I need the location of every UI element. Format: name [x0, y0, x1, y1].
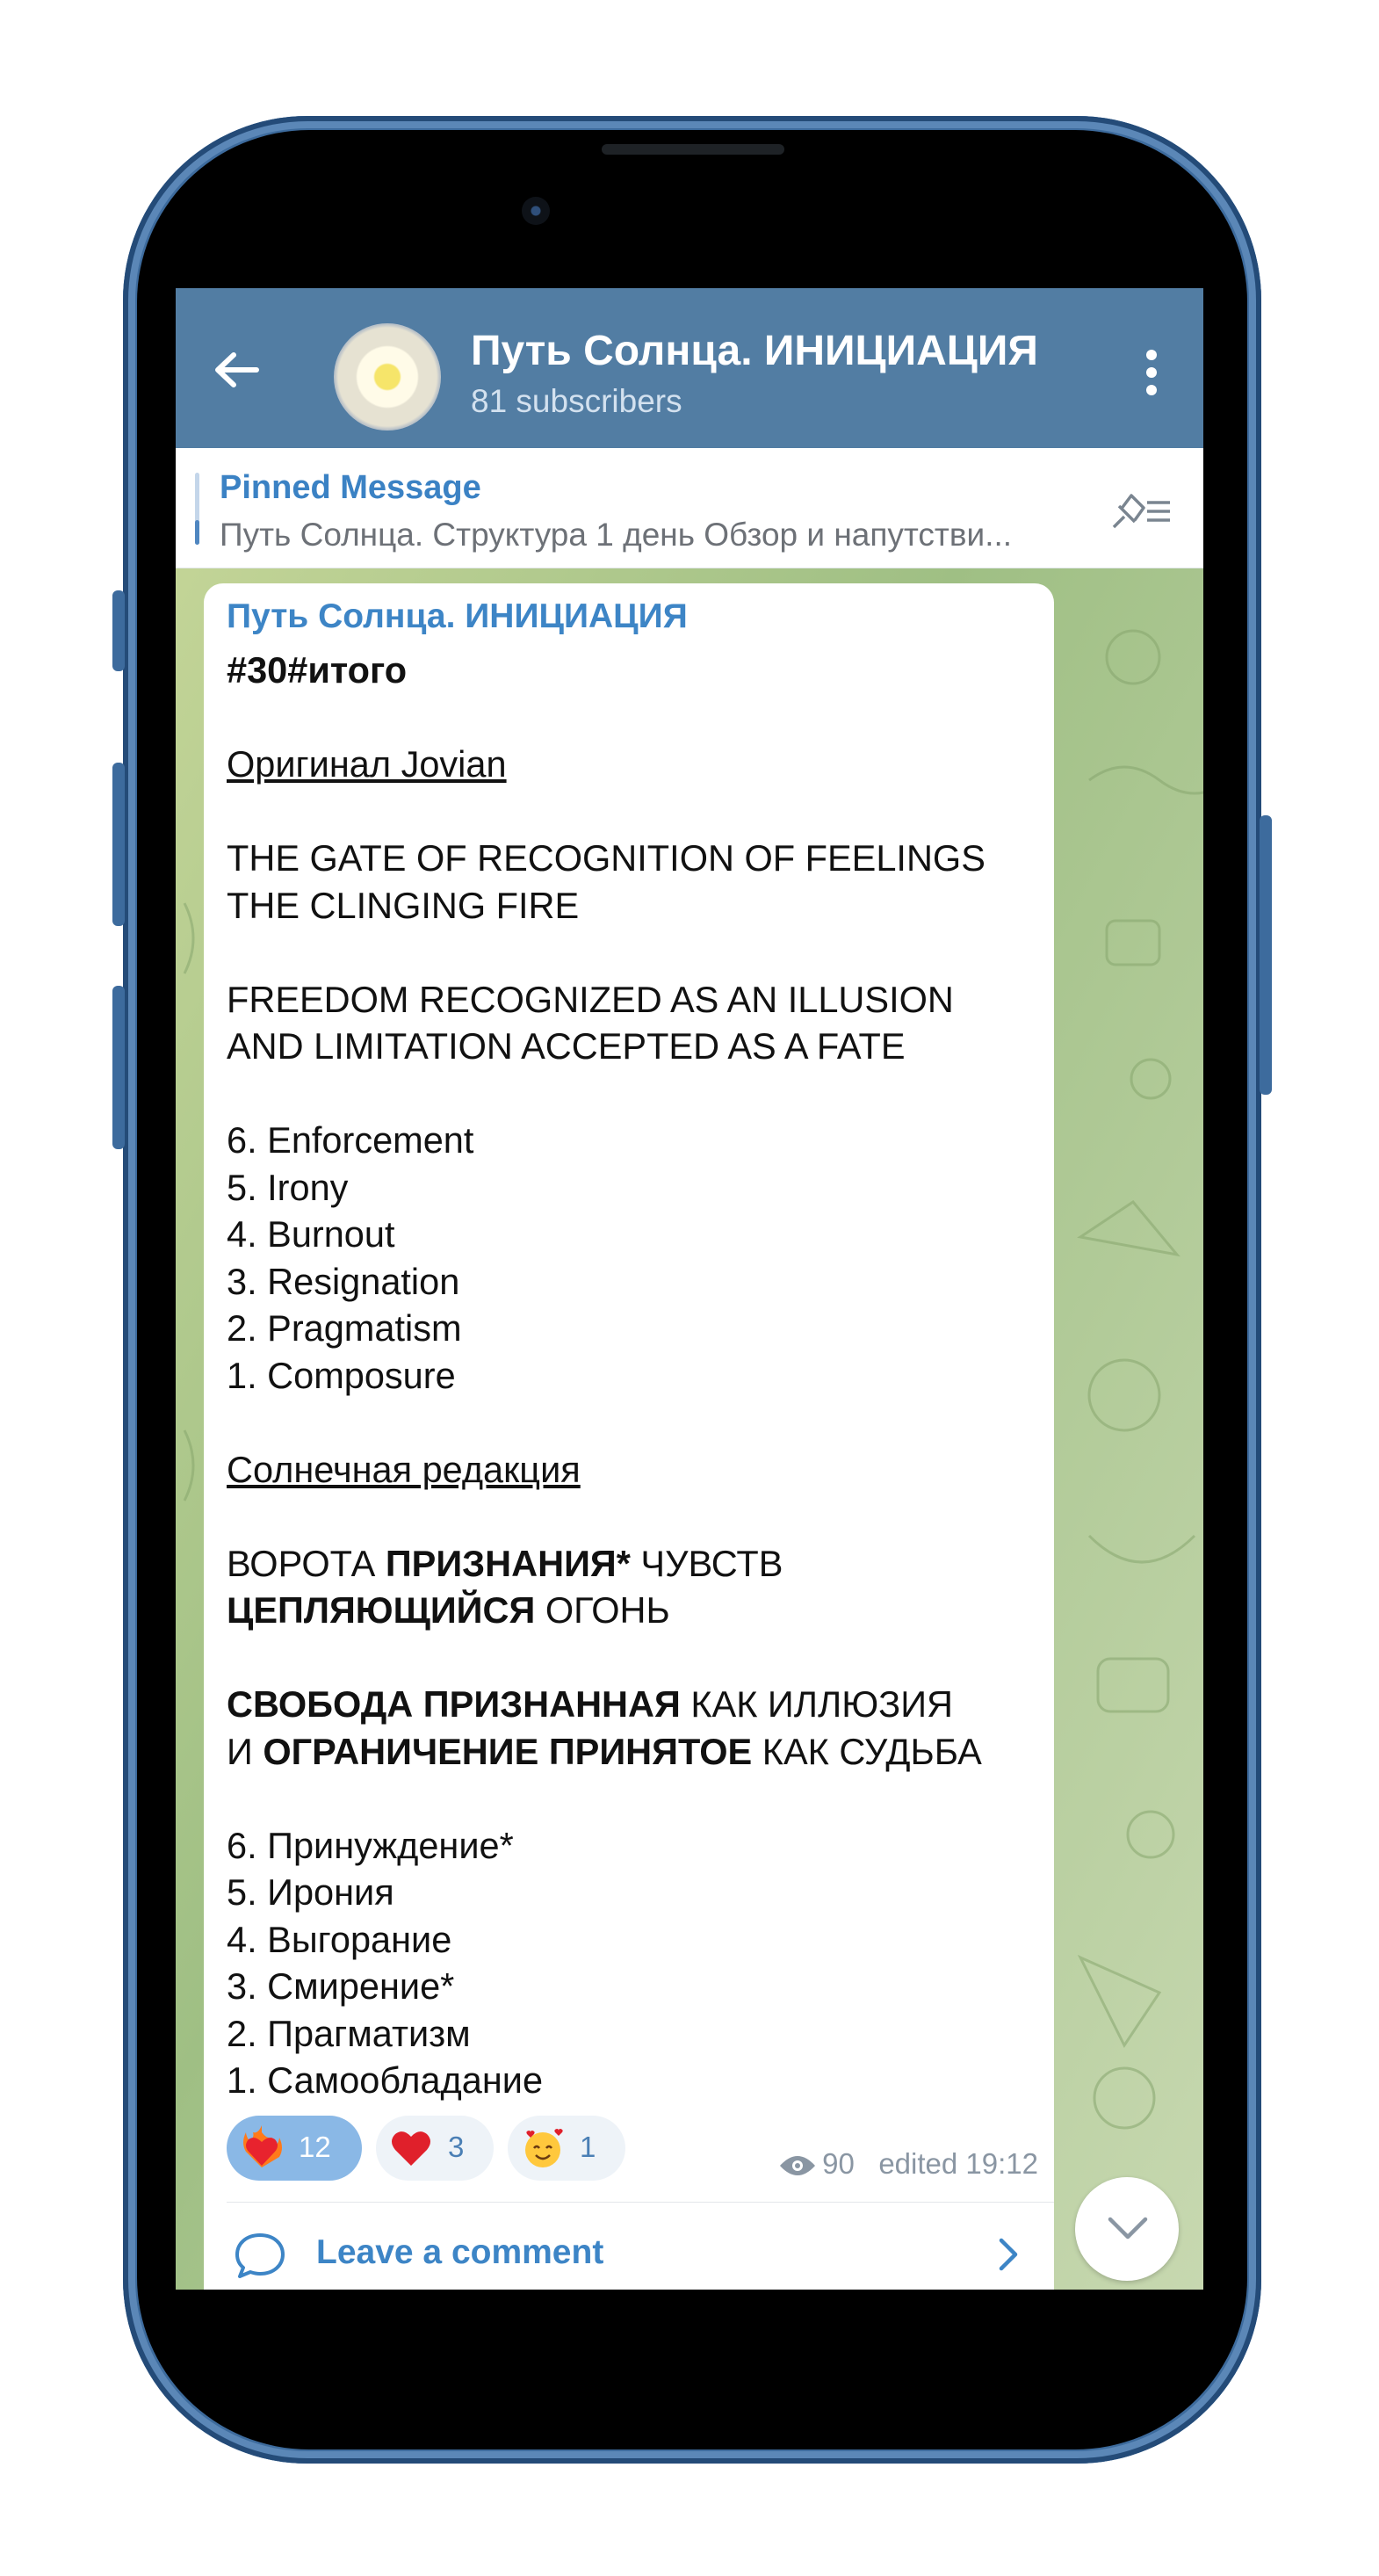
reaction-smiling-face-with-hearts[interactable]: 1 — [508, 2116, 625, 2181]
red-heart-icon — [392, 2131, 430, 2166]
reaction-count: 3 — [448, 2131, 465, 2163]
text-line: THE CLINGING FIRE — [227, 884, 580, 926]
text-line: ВОРОТА ПРИЗНАНИЯ* ЧУВСТВ — [227, 1542, 783, 1584]
reaction-red-heart[interactable]: 3 — [376, 2116, 494, 2181]
message-text: #30#итого Оригинал Jovian THE GATE OF RE… — [227, 647, 1043, 2104]
text-line: ЦЕПЛЯЮЩИЙСЯ ОГОНЬ — [227, 1589, 670, 1631]
list-item: 2. Pragmatism — [227, 1307, 462, 1349]
list-item: 1. Composure — [227, 1354, 456, 1396]
pin-indicator — [195, 473, 199, 545]
pinned-title: Pinned Message — [220, 469, 481, 506]
front-camera — [522, 197, 550, 225]
more-vert-icon[interactable] — [1140, 350, 1163, 402]
smiling-face-with-hearts-icon — [525, 2129, 563, 2167]
chevron-right-icon[interactable] — [994, 2235, 1021, 2274]
leave-comment-link[interactable]: Leave a comment — [316, 2233, 603, 2272]
comment-divider — [227, 2202, 1054, 2203]
chat-header: Путь Солнца. ИНИЦИАЦИЯ 81 subscribers — [176, 288, 1203, 448]
list-item: 6. Enforcement — [227, 1119, 474, 1161]
list-item: 6. Принуждение* — [227, 1824, 514, 1866]
volume-down-button — [112, 986, 125, 1149]
text-line: СВОБОДА ПРИЗНАННАЯ КАК ИЛЛЮЗИЯ — [227, 1683, 954, 1725]
message-meta: 90 edited 19:12 — [778, 2147, 1038, 2181]
text-line: FREEDOM RECOGNIZED AS AN ILLUSION — [227, 978, 954, 1020]
message-sender[interactable]: Путь Солнца. ИНИЦИАЦИЯ — [227, 597, 688, 636]
chevron-down-icon — [1108, 2217, 1148, 2240]
list-item: 4. Выгорание — [227, 1918, 452, 1960]
mute-switch — [112, 590, 125, 671]
channel-avatar[interactable] — [334, 323, 441, 431]
list-item: 2. Прагматизм — [227, 2012, 471, 2054]
edited-time: edited 19:12 — [878, 2147, 1038, 2180]
comment-bubble-icon[interactable] — [234, 2230, 286, 2279]
hashtag[interactable]: #30#итого — [227, 649, 407, 691]
view-count: 90 — [822, 2147, 855, 2180]
reaction-count: 1 — [580, 2131, 596, 2163]
channel-title[interactable]: Путь Солнца. ИНИЦИАЦИЯ — [471, 327, 1038, 375]
pin-list-icon[interactable] — [1108, 488, 1173, 532]
subscriber-count: 81 subscribers — [471, 383, 682, 419]
section-heading-solar: Солнечная редакция — [227, 1448, 581, 1490]
list-item: 3. Resignation — [227, 1260, 460, 1302]
reaction-heart-on-fire[interactable]: 12 — [227, 2116, 362, 2181]
back-arrow-icon[interactable] — [211, 348, 264, 392]
text-line: THE GATE OF RECOGNITION OF FEELINGS — [227, 837, 986, 879]
text-line: AND LIMITATION ACCEPTED AS A FATE — [227, 1025, 906, 1067]
volume-up-button — [112, 763, 125, 926]
reaction-count: 12 — [299, 2131, 331, 2163]
section-heading-original: Оригинал Jovian — [227, 743, 507, 785]
telegram-screen: Путь Солнца. ИНИЦИАЦИЯ 81 subscribers Pi… — [176, 288, 1203, 2290]
pinned-message-bar[interactable]: Pinned Message Путь Солнца. Структура 1 … — [176, 448, 1203, 568]
text-line: И ОГРАНИЧЕНИЕ ПРИНЯТОЕ КАК СУДЬБА — [227, 1730, 982, 1772]
pinned-preview: Путь Солнца. Структура 1 день Обзор и на… — [220, 517, 1013, 553]
list-item: 5. Irony — [227, 1166, 349, 1208]
scroll-to-bottom-button[interactable] — [1075, 2177, 1179, 2281]
list-item: 3. Смирение* — [227, 1965, 455, 2007]
power-button — [1260, 815, 1272, 1095]
eye-icon — [780, 2156, 816, 2175]
heart-on-fire-icon — [243, 2125, 282, 2167]
list-item: 5. Ирония — [227, 1871, 394, 1913]
earpiece-speaker — [602, 144, 784, 155]
message-bubble[interactable]: Путь Солнца. ИНИЦИАЦИЯ #30#итого Оригина… — [204, 583, 1054, 2290]
list-item: 4. Burnout — [227, 1213, 395, 1255]
list-item: 1. Самообладание — [227, 2059, 544, 2101]
